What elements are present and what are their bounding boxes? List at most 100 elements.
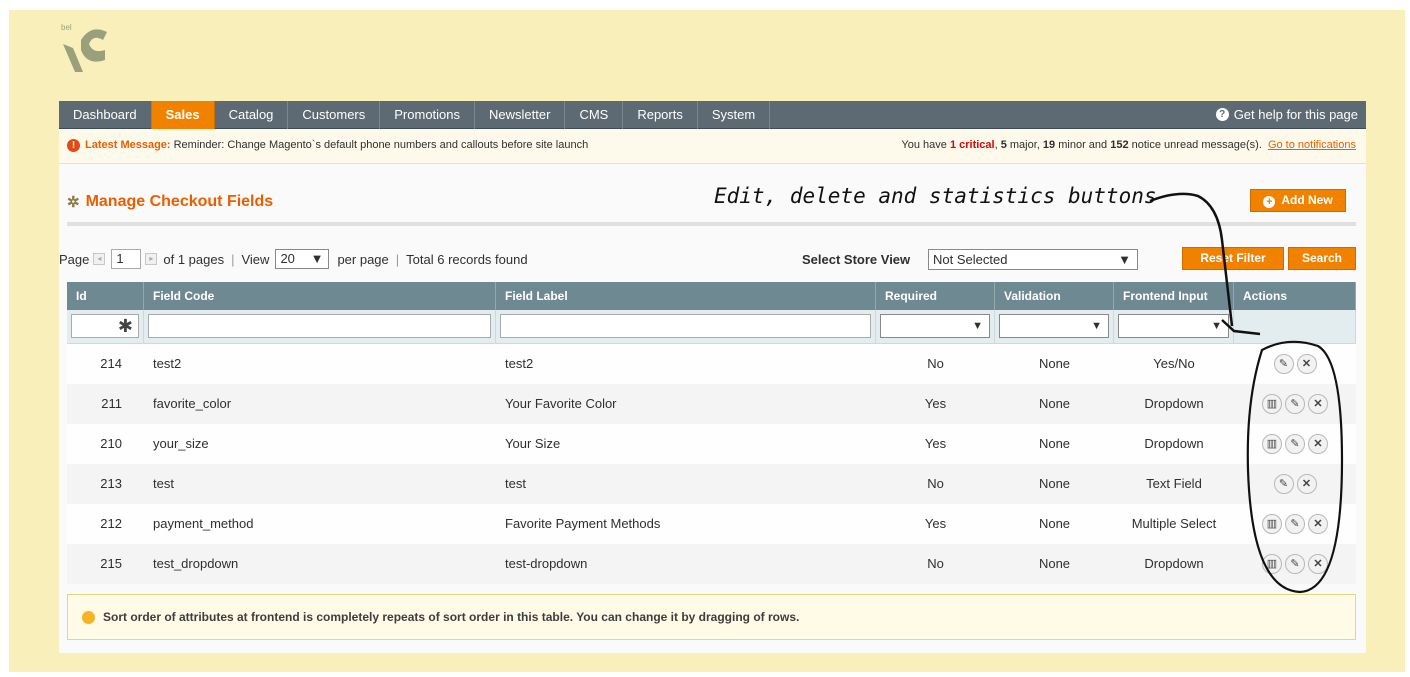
pencil-icon[interactable]: ✎ bbox=[1285, 554, 1305, 574]
column-header-frontend-input[interactable]: Frontend Input bbox=[1114, 282, 1234, 310]
cell-input: Dropdown bbox=[1144, 396, 1204, 411]
plus-circle-icon: + bbox=[1263, 196, 1276, 208]
system-message-bar: ! Latest Message: Reminder: Change Magen… bbox=[59, 129, 1366, 164]
sort-order-hint: Sort order of attributes at frontend is … bbox=[67, 594, 1356, 640]
page-title: ✲ Manage Checkout Fields bbox=[67, 193, 274, 211]
frontend-input-filter-select[interactable]: ▼ bbox=[1118, 314, 1229, 338]
cell-input: Yes/No bbox=[1153, 356, 1195, 371]
pager: Page ◂ 1 ▸ of 1 pages | View 20 ▼ per pag… bbox=[59, 248, 528, 270]
cell-code: favorite_color bbox=[153, 396, 232, 411]
pencil-icon[interactable]: ✎ bbox=[1285, 514, 1305, 534]
field-label-filter-input[interactable] bbox=[500, 314, 871, 338]
message-text: Reminder: Change Magento`s default phone… bbox=[173, 139, 589, 151]
close-circle-icon[interactable]: ✕ bbox=[1308, 434, 1328, 454]
nav-item-dashboard[interactable]: Dashboard bbox=[59, 101, 152, 129]
table-row[interactable]: 213 test test No None Text Field ✎ ✕ bbox=[67, 464, 1356, 504]
nav-item-reports[interactable]: Reports bbox=[623, 101, 698, 129]
column-header-field-label[interactable]: Field Label bbox=[496, 282, 876, 310]
add-new-button[interactable]: + Add New bbox=[1250, 189, 1346, 212]
nav-item-system[interactable]: System bbox=[698, 101, 771, 129]
reset-filter-button[interactable]: Reset Filter bbox=[1182, 247, 1284, 270]
go-to-notifications-link[interactable]: Go to notifications bbox=[1268, 139, 1356, 151]
column-header-validation[interactable]: Validation bbox=[995, 282, 1114, 310]
page-input[interactable]: 1 bbox=[111, 249, 142, 269]
close-circle-icon[interactable]: ✕ bbox=[1308, 394, 1328, 414]
cell-label: Your Size bbox=[505, 436, 561, 451]
cell-required: Yes bbox=[924, 436, 947, 451]
validation-filter-select[interactable]: ▼ bbox=[999, 314, 1109, 338]
cell-code: test_dropdown bbox=[153, 556, 239, 571]
cell-id: 215 bbox=[100, 556, 122, 571]
column-header-actions: Actions bbox=[1234, 282, 1356, 310]
total-records: Total 6 records found bbox=[406, 251, 528, 267]
annotation-text: Edit, delete and statistics buttons bbox=[714, 184, 1157, 208]
title-divider bbox=[67, 222, 1356, 226]
checkout-fields-grid: Id Field Code Field Label Required Validatio… bbox=[67, 282, 1356, 584]
cell-validation: None bbox=[1038, 396, 1071, 411]
grid-header: Id Field Code Field Label Required Validatio… bbox=[67, 282, 1356, 310]
close-circle-icon[interactable]: ✕ bbox=[1308, 514, 1328, 534]
lightbulb-icon bbox=[82, 610, 95, 624]
table-row[interactable]: 215 test_dropdown test-dropdown No None Dropd… bbox=[67, 544, 1356, 584]
pencil-icon[interactable]: ✎ bbox=[1273, 354, 1294, 374]
nav-item-catalog[interactable]: Catalog bbox=[215, 101, 289, 129]
bar-chart-icon[interactable]: ▥ bbox=[1262, 554, 1282, 574]
pencil-icon[interactable]: ✎ bbox=[1285, 434, 1305, 454]
cell-id: 213 bbox=[100, 476, 122, 491]
id-filter-input[interactable]: ✱ bbox=[71, 314, 139, 338]
nav-item-customers[interactable]: Customers bbox=[288, 101, 381, 129]
search-button[interactable]: Search bbox=[1288, 247, 1356, 270]
bar-chart-icon[interactable]: ▥ bbox=[1262, 434, 1282, 454]
nav-item-promotions[interactable]: Promotions bbox=[380, 101, 476, 129]
cell-validation: None bbox=[1038, 356, 1071, 371]
table-row[interactable]: 212 payment_method Favorite Payment Method… bbox=[67, 504, 1356, 544]
prev-page-icon[interactable]: ◂ bbox=[93, 253, 106, 265]
nav-item-cms[interactable]: CMS bbox=[565, 101, 624, 129]
cell-id: 214 bbox=[100, 356, 122, 371]
cell-label: Your Favorite Color bbox=[505, 396, 617, 411]
table-row[interactable]: 210 your_size Your Size Yes None Dropdown ▥ ✎ ✕ bbox=[67, 424, 1356, 464]
message-label: Latest Message: bbox=[85, 139, 171, 151]
column-header-required[interactable]: Required bbox=[876, 282, 995, 310]
row-actions: ▥ ✎ ✕ bbox=[1234, 544, 1356, 584]
cell-required: No bbox=[927, 356, 944, 371]
main-content: ✲ Manage Checkout Fields Edit, delete an… bbox=[59, 164, 1366, 653]
column-header-id[interactable]: Id bbox=[67, 282, 144, 310]
close-circle-icon[interactable]: ✕ bbox=[1296, 354, 1317, 374]
close-circle-icon[interactable]: ✕ bbox=[1308, 554, 1328, 574]
cell-label: test2 bbox=[505, 356, 534, 371]
help-link[interactable]: ? Get help for this page bbox=[1215, 101, 1366, 128]
row-actions: ▥ ✎ ✕ bbox=[1234, 384, 1356, 424]
cell-code: payment_method bbox=[153, 516, 254, 531]
table-row[interactable]: 211 favorite_color Your Favorite Color Yes N… bbox=[67, 384, 1356, 424]
cell-required: Yes bbox=[924, 396, 947, 411]
brand-logo: bel bbox=[59, 20, 113, 78]
next-page-icon[interactable]: ▸ bbox=[145, 253, 158, 265]
pencil-icon[interactable]: ✎ bbox=[1285, 394, 1305, 414]
cell-input: Dropdown bbox=[1144, 436, 1204, 451]
cell-id: 210 bbox=[100, 436, 122, 451]
bar-chart-icon[interactable]: ▥ bbox=[1262, 394, 1282, 414]
column-header-field-code[interactable]: Field Code bbox=[144, 282, 496, 310]
separator: | bbox=[231, 251, 235, 267]
field-code-filter-input[interactable] bbox=[148, 314, 491, 338]
close-circle-icon[interactable]: ✕ bbox=[1296, 474, 1317, 494]
chevron-down-icon: ▼ bbox=[1118, 252, 1131, 267]
cell-id: 212 bbox=[100, 516, 122, 531]
bar-chart-icon[interactable]: ▥ bbox=[1262, 514, 1282, 534]
per-page-select[interactable]: 20 ▼ bbox=[275, 249, 330, 269]
row-actions: ✎ ✕ bbox=[1234, 344, 1356, 384]
required-filter-select[interactable]: ▼ bbox=[880, 314, 990, 338]
pencil-icon[interactable]: ✎ bbox=[1273, 474, 1294, 494]
nav-item-sales[interactable]: Sales bbox=[151, 101, 215, 129]
grid-filter-row: ✱ ▼ ▼ ▼ bbox=[67, 310, 1356, 344]
help-circle-icon: ? bbox=[1215, 108, 1229, 121]
nav-item-newsletter[interactable]: Newsletter bbox=[475, 101, 566, 129]
cell-required: Yes bbox=[924, 516, 947, 531]
cell-required: No bbox=[927, 556, 944, 571]
cell-validation: None bbox=[1038, 476, 1071, 491]
table-row[interactable]: 214 test2 test2 No None Yes/No ✎ ✕ bbox=[67, 344, 1356, 384]
store-view-select[interactable]: Not Selected ▼ bbox=[928, 249, 1138, 270]
cell-label: test bbox=[505, 476, 526, 491]
cell-input: Multiple Select bbox=[1131, 516, 1217, 531]
